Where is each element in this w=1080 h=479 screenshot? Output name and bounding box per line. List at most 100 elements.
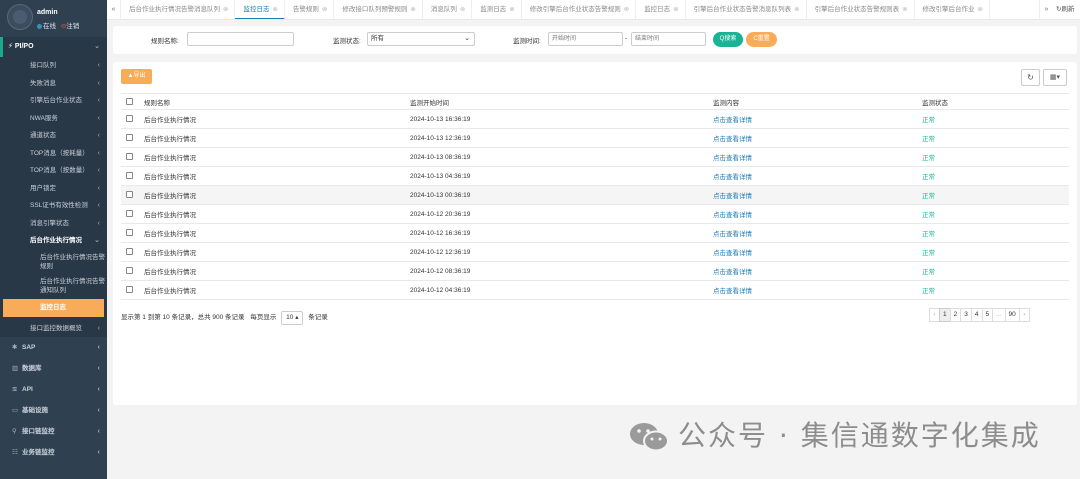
table-row[interactable]: 后台作业执行情况 2024-10-13 04:36:19 点击查看详情 正常 bbox=[121, 166, 1069, 186]
close-icon[interactable]: ⊗ bbox=[460, 6, 465, 13]
reset-button[interactable]: C重置 bbox=[746, 32, 777, 47]
sidebar-menu-item[interactable]: ☷ 业务链监控 ‹ bbox=[0, 442, 107, 463]
sidebar-item[interactable]: SSL证书有效性检测 ‹ bbox=[0, 197, 107, 215]
view-detail-link[interactable]: 点击查看详情 bbox=[713, 185, 922, 205]
table-row[interactable]: 后台作业执行情况 2024-10-13 16:36:19 点击查看详情 正常 bbox=[121, 109, 1069, 129]
view-detail-link[interactable]: 点击查看详情 bbox=[713, 204, 922, 224]
row-checkbox[interactable] bbox=[126, 248, 133, 256]
start-time-input[interactable] bbox=[548, 32, 623, 46]
refresh-tab-button[interactable]: ↻刷新 bbox=[1053, 0, 1080, 19]
sidebar-subitem[interactable]: 后台作业执行情况告警规则 bbox=[0, 250, 107, 274]
next-page-button[interactable]: › bbox=[1018, 308, 1030, 322]
chevron-left-icon: ‹ bbox=[97, 79, 100, 87]
table-row[interactable]: 后台作业执行情况 2024-10-12 16:36:19 点击查看详情 正常 bbox=[121, 223, 1069, 243]
tab-item[interactable]: 告警规则 ⊗ bbox=[285, 0, 335, 19]
row-checkbox[interactable] bbox=[126, 172, 133, 180]
sidebar-menu-item[interactable]: ✱ SAP ‹ bbox=[0, 337, 107, 358]
user-name[interactable]: admin bbox=[37, 9, 58, 16]
logout-link[interactable]: 注销 bbox=[66, 23, 79, 30]
avatar[interactable] bbox=[7, 4, 33, 30]
row-checkbox[interactable] bbox=[126, 191, 133, 199]
sidebar-item[interactable]: TOP消息（按耗量） ‹ bbox=[0, 145, 107, 163]
tab-item[interactable]: 修改引擎后台作业状态告警规则 ⊗ bbox=[522, 0, 637, 19]
sidebar-item[interactable]: 用户锁定 ‹ bbox=[0, 180, 107, 198]
close-icon[interactable]: ⊗ bbox=[902, 6, 907, 13]
close-icon[interactable]: ⊗ bbox=[509, 6, 514, 13]
status-select[interactable]: 所有 ⌄ bbox=[367, 32, 475, 46]
sidebar-item[interactable]: 通道状态 ‹ bbox=[0, 127, 107, 145]
view-detail-link[interactable]: 点击查看详情 bbox=[713, 147, 922, 167]
row-checkbox[interactable] bbox=[126, 210, 133, 218]
table-panel: ▲导出 ↻ ▦▾ 规则名称 监测开始时间 监测内容 监测状态 后台作业执行情况 2… bbox=[113, 62, 1077, 405]
columns-toggle-button[interactable]: ▦▾ bbox=[1043, 69, 1067, 86]
row-checkbox[interactable] bbox=[126, 267, 133, 275]
tab-item[interactable]: 修改引擎后台作业 ⊗ bbox=[915, 0, 990, 19]
close-icon[interactable]: ⊗ bbox=[322, 6, 327, 13]
sidebar-item[interactable]: 接口监控数据概览 ‹ bbox=[0, 320, 107, 338]
table-row[interactable]: 后台作业执行情况 2024-10-12 08:36:19 点击查看详情 正常 bbox=[121, 261, 1069, 281]
tab-item[interactable]: 监测日志 ⊗ bbox=[472, 0, 522, 19]
sidebar-item[interactable]: TOP消息（按数量） ‹ bbox=[0, 162, 107, 180]
tab-scroll-right-button[interactable]: » bbox=[1039, 0, 1053, 19]
sidebar-subitem[interactable]: 后台作业执行情况告警通知队列 bbox=[0, 274, 107, 298]
close-icon[interactable]: ⊗ bbox=[410, 6, 415, 13]
tab-item[interactable]: 修改接口队列预警规则 ⊗ bbox=[334, 0, 423, 19]
sidebar-menu-item[interactable]: ⚲ 接口链监控 ‹ bbox=[0, 421, 107, 442]
sidebar-item[interactable]: 消息引擎状态 ‹ bbox=[0, 215, 107, 233]
tab-item[interactable]: 监控日志 ⊗ bbox=[636, 0, 686, 19]
table-row[interactable]: 后台作业执行情况 2024-10-13 12:36:19 点击查看详情 正常 bbox=[121, 128, 1069, 148]
row-checkbox[interactable] bbox=[126, 134, 133, 142]
refresh-table-button[interactable]: ↻ bbox=[1021, 69, 1040, 86]
close-icon[interactable]: ⊗ bbox=[794, 6, 799, 13]
row-checkbox[interactable] bbox=[126, 229, 133, 237]
close-icon[interactable]: ⊗ bbox=[272, 6, 277, 13]
view-detail-link[interactable]: 点击查看详情 bbox=[713, 242, 922, 262]
view-detail-link[interactable]: 点击查看详情 bbox=[713, 128, 922, 148]
status-cell: 正常 bbox=[922, 204, 1069, 224]
sidebar-subitem-active[interactable]: 监控日志 bbox=[3, 298, 104, 317]
row-checkbox[interactable] bbox=[126, 286, 133, 294]
tab-item[interactable]: 引擎后台作业状态告警消息队列表 ⊗ bbox=[686, 0, 807, 19]
search-button[interactable]: Q搜索 bbox=[713, 32, 743, 47]
table-row[interactable]: 后台作业执行情况 2024-10-12 20:36:19 点击查看详情 正常 bbox=[121, 204, 1069, 224]
sidebar-item[interactable]: 接口队列 ‹ bbox=[0, 57, 107, 75]
sidebar-menu-item[interactable]: ▥ 数据库 ‹ bbox=[0, 358, 107, 379]
tab-item[interactable]: 引擎后台作业状态告警规则表 ⊗ bbox=[807, 0, 915, 19]
view-detail-link[interactable]: 点击查看详情 bbox=[713, 280, 922, 300]
page-size-select[interactable]: 10 ▴ bbox=[281, 311, 304, 325]
close-icon[interactable]: ⊗ bbox=[673, 6, 678, 13]
column-header[interactable]: 监测开始时间 bbox=[410, 93, 713, 110]
sidebar-item-expanded[interactable]: 后台作业执行情况 ⌄ bbox=[0, 232, 107, 250]
column-header[interactable]: 规则名称 bbox=[144, 93, 410, 110]
table-row[interactable]: 后台作业执行情况 2024-10-12 04:36:19 点击查看详情 正常 bbox=[121, 280, 1069, 300]
sidebar-menu-item[interactable]: ▭ 基础设施 ‹ bbox=[0, 400, 107, 421]
sidebar-item[interactable]: NWA服务 ‹ bbox=[0, 110, 107, 128]
select-all-checkbox[interactable] bbox=[126, 97, 133, 105]
page-button[interactable]: 90 bbox=[1004, 308, 1020, 322]
tab-scroll-left-button[interactable]: « bbox=[107, 0, 121, 19]
sidebar-menu-item[interactable]: ≋ API ‹ bbox=[0, 379, 107, 400]
tab-item[interactable]: 监控日志 ⊗ bbox=[235, 0, 285, 19]
table-row[interactable]: 后台作业执行情况 2024-10-13 08:36:19 点击查看详情 正常 bbox=[121, 147, 1069, 167]
close-icon[interactable]: ⊗ bbox=[624, 6, 629, 13]
table-row[interactable]: 后台作业执行情况 2024-10-13 00:36:19 点击查看详情 正常 bbox=[121, 185, 1069, 205]
close-icon[interactable]: ⊗ bbox=[978, 6, 983, 13]
column-header[interactable]: 监测状态 bbox=[922, 93, 1069, 110]
view-detail-link[interactable]: 点击查看详情 bbox=[713, 261, 922, 281]
view-detail-link[interactable]: 点击查看详情 bbox=[713, 223, 922, 243]
tab-item[interactable]: 消息队列 ⊗ bbox=[423, 0, 473, 19]
view-detail-link[interactable]: 点击查看详情 bbox=[713, 109, 922, 129]
sidebar-group-pipo[interactable]: ⚡ PI/PO ⌄ bbox=[0, 37, 107, 57]
end-time-input[interactable] bbox=[631, 32, 706, 46]
row-checkbox[interactable] bbox=[126, 115, 133, 123]
column-header[interactable]: 监测内容 bbox=[713, 93, 922, 110]
export-button[interactable]: ▲导出 bbox=[121, 69, 152, 84]
sidebar-item[interactable]: 引擎后台作业状态 ‹ bbox=[0, 92, 107, 110]
row-checkbox[interactable] bbox=[126, 153, 133, 161]
table-row[interactable]: 后台作业执行情况 2024-10-12 12:36:19 点击查看详情 正常 bbox=[121, 242, 1069, 262]
rule-name-input[interactable] bbox=[187, 32, 294, 46]
close-icon[interactable]: ⊗ bbox=[223, 6, 228, 13]
sidebar-item[interactable]: 失败消息 ‹ bbox=[0, 75, 107, 93]
tab-item[interactable]: 后台作业执行情况告警消息队列 ⊗ bbox=[121, 0, 236, 19]
view-detail-link[interactable]: 点击查看详情 bbox=[713, 166, 922, 186]
